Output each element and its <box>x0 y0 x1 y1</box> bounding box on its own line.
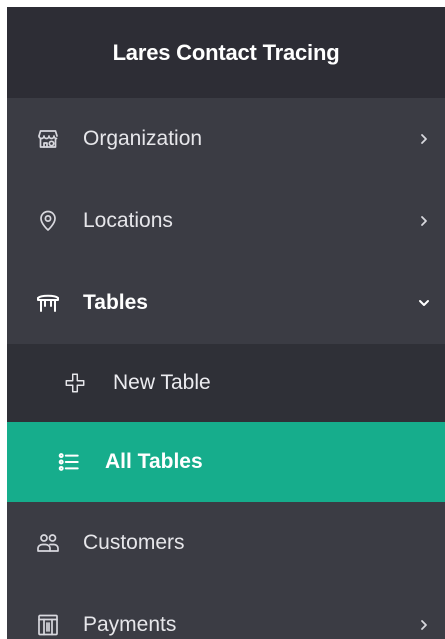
chevron-right-icon <box>417 618 431 632</box>
sidebar-subitem-new-table[interactable]: New Table <box>7 344 445 422</box>
sidebar-item-label: Organization <box>83 127 203 150</box>
sidebar-item-organization[interactable]: Organization <box>7 98 445 180</box>
sidebar-item-label: Payments <box>83 613 177 636</box>
sidebar-subitem-all-tables[interactable]: All Tables <box>7 422 445 502</box>
sidebar-item-label: Customers <box>83 531 185 554</box>
sidebar-item-label: Tables <box>83 291 148 314</box>
table-icon <box>35 290 61 316</box>
receipt-icon <box>35 612 61 638</box>
store-icon <box>35 126 61 152</box>
chevron-right-icon <box>417 132 431 146</box>
list-icon <box>57 450 81 474</box>
brand-title: Lares Contact Tracing <box>7 7 445 98</box>
chevron-right-icon <box>417 214 431 228</box>
location-pin-icon <box>35 208 61 234</box>
sidebar-subitem-label: All Tables <box>105 450 203 473</box>
chevron-down-icon <box>417 296 431 310</box>
sidebar-item-customers[interactable]: Customers <box>7 502 445 584</box>
sidebar-item-tables[interactable]: Tables <box>7 262 445 344</box>
plus-icon <box>63 371 87 395</box>
sidebar-subitem-label: New Table <box>113 371 211 394</box>
sidebar-item-locations[interactable]: Locations <box>7 180 445 262</box>
users-icon <box>35 530 61 556</box>
sidebar-item-label: Locations <box>83 209 173 232</box>
sidebar: Lares Contact Tracing Organization Locat… <box>7 7 445 639</box>
sidebar-item-payments[interactable]: Payments <box>7 584 445 639</box>
